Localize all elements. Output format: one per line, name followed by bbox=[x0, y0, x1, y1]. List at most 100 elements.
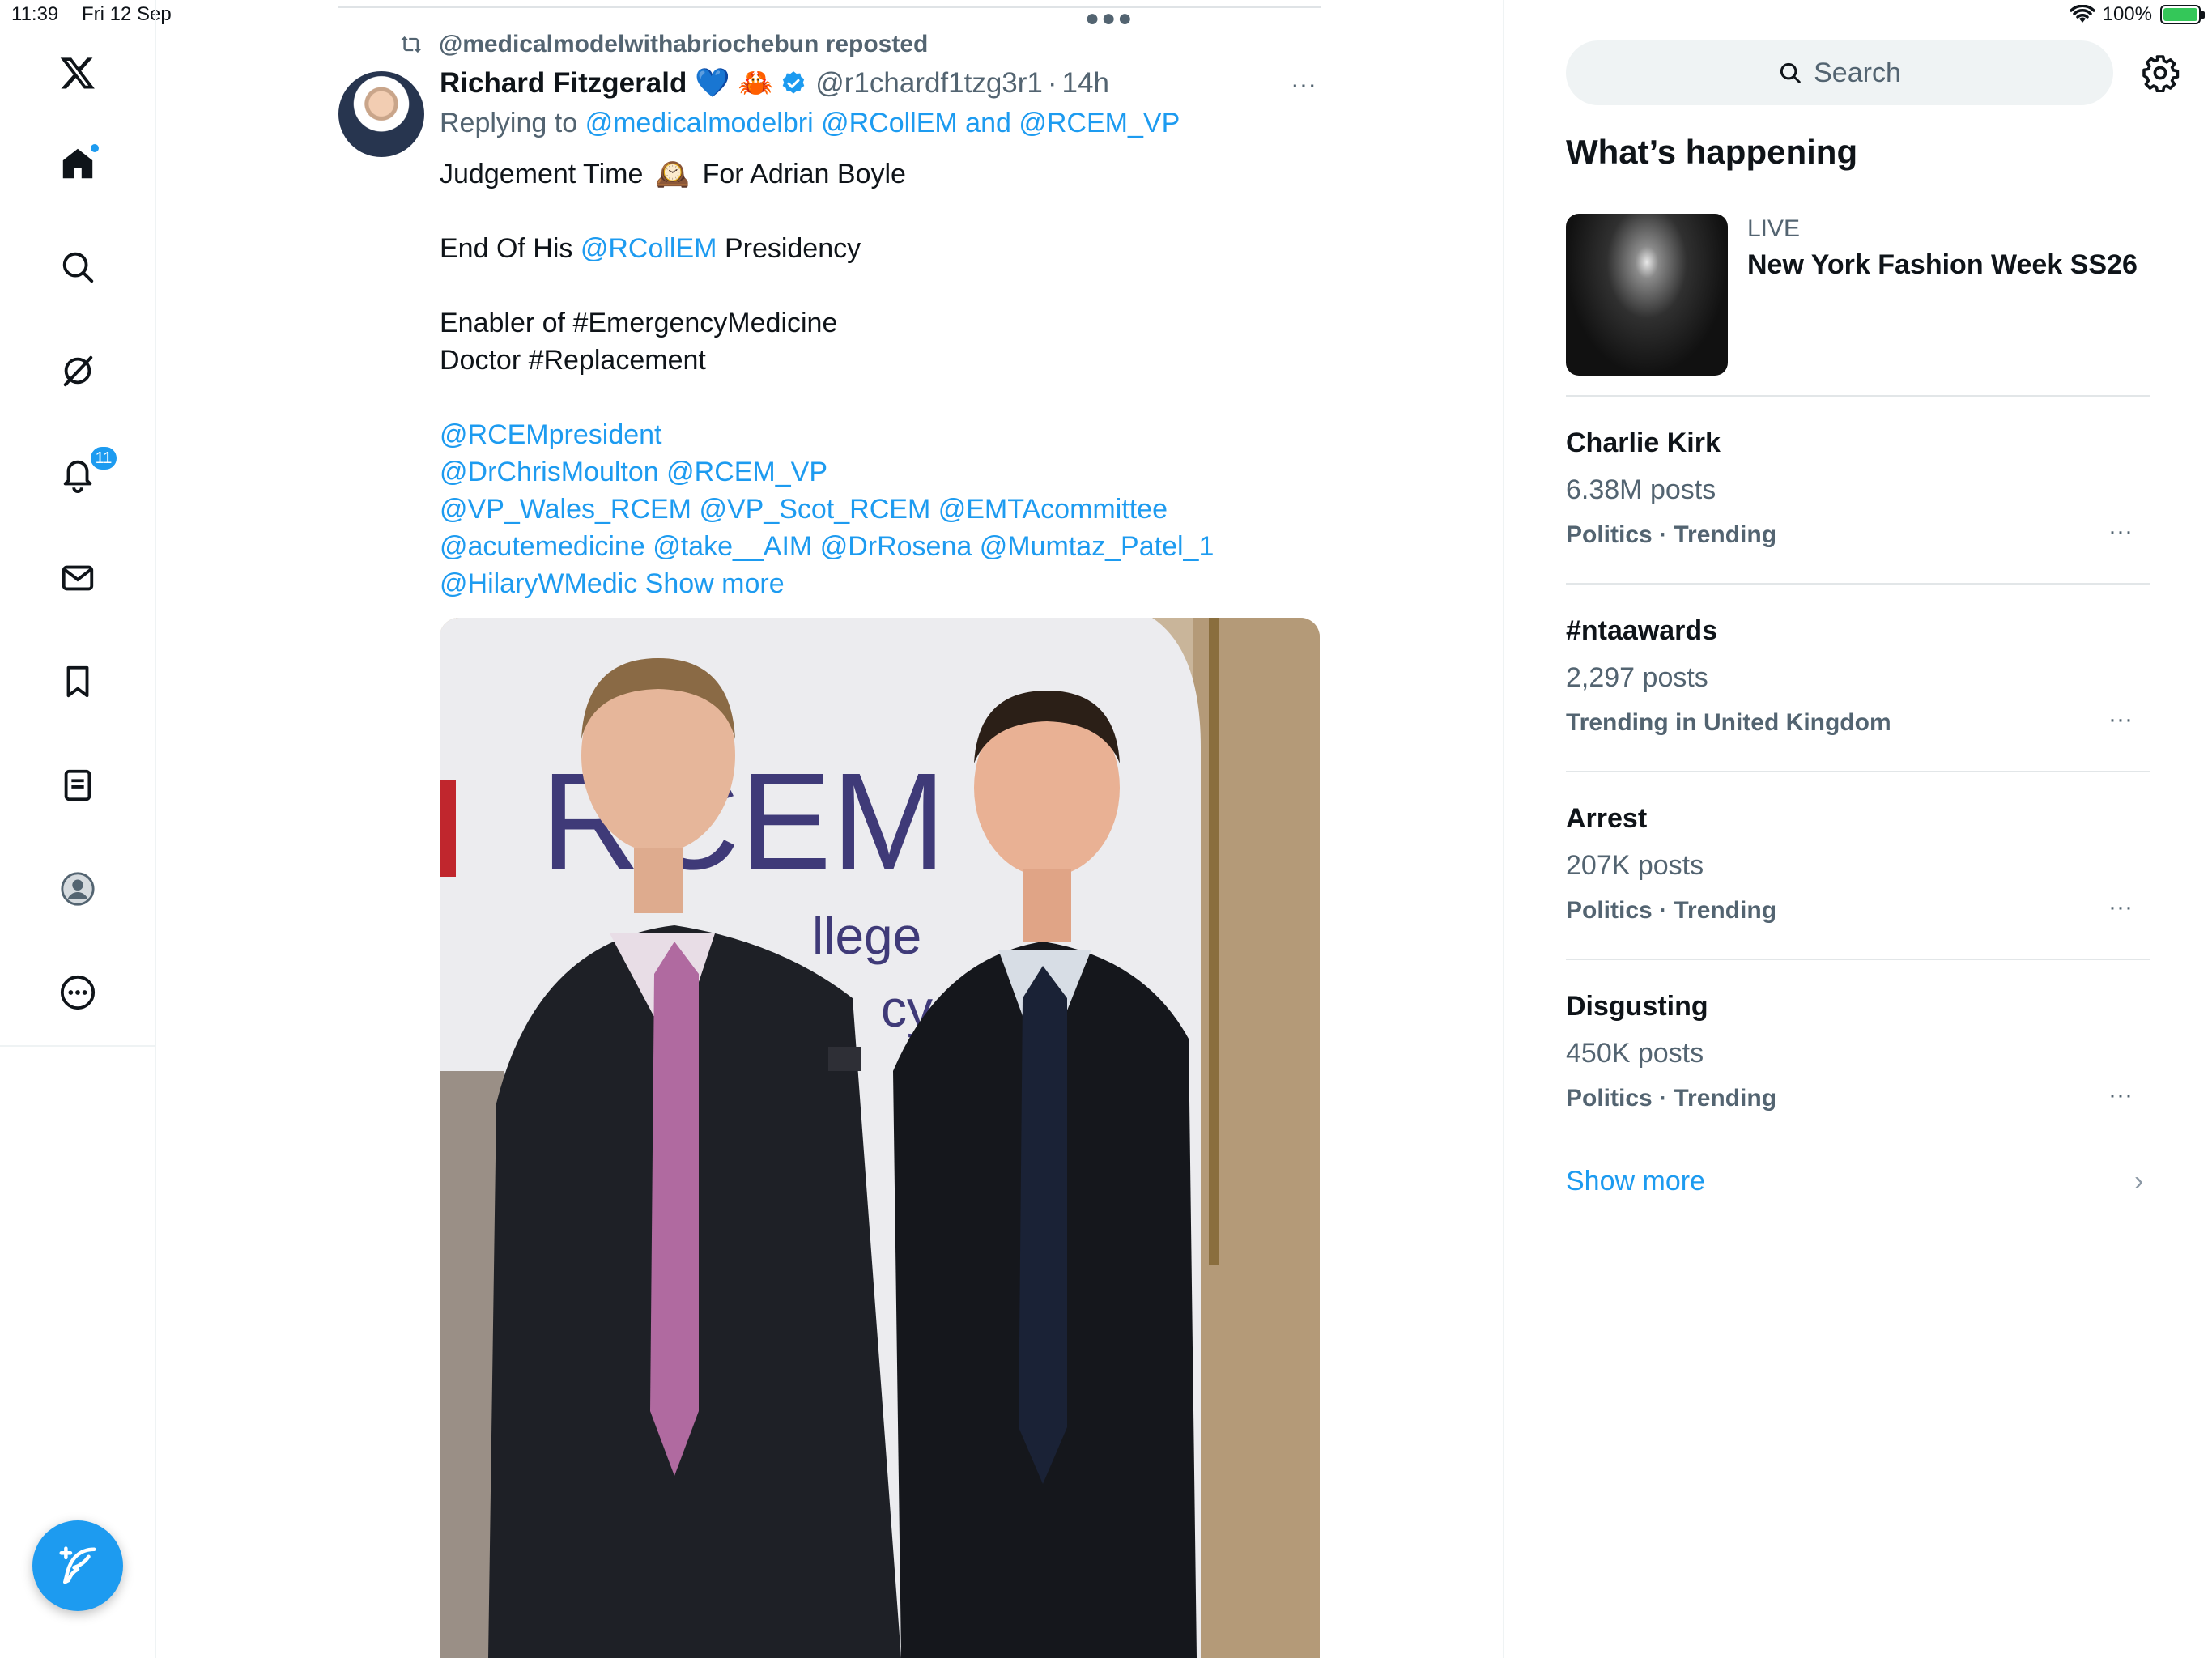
tweet-text-segment: Judgement Time bbox=[440, 159, 644, 189]
trend-context: Trending in United Kingdom bbox=[1566, 709, 1891, 736]
trend-more-button[interactable]: ··· bbox=[2108, 706, 2133, 733]
reply-user-link[interactable]: @medicalmodelbri bbox=[585, 108, 814, 138]
trend-more-button[interactable]: ··· bbox=[2108, 894, 2133, 921]
live-label: LIVE bbox=[1747, 215, 1801, 242]
search-icon bbox=[1780, 62, 1801, 83]
trend-post-count: 450K posts bbox=[1566, 1038, 1704, 1069]
trend-context: Politics · Trending bbox=[1566, 521, 1777, 548]
timeline-top-border bbox=[338, 6, 1321, 8]
wifi-icon bbox=[2069, 5, 2095, 23]
nav-home[interactable] bbox=[52, 138, 104, 189]
tweet-line: Enabler of #EmergencyMedicine bbox=[440, 308, 838, 338]
mention-line[interactable]: @acutemedicine @take__AIM @DrRosena @Mum… bbox=[440, 528, 1214, 565]
tweet-text-segment: For Adrian Boyle bbox=[702, 159, 906, 189]
mention-line[interactable]: @DrChrisMoulton @RCEM_VP bbox=[440, 453, 1214, 491]
right-column-divider bbox=[1503, 0, 1504, 1658]
compose-icon bbox=[59, 1546, 96, 1584]
verified-badge-icon bbox=[782, 70, 805, 94]
home-unread-dot bbox=[89, 142, 100, 154]
trend-divider bbox=[1566, 395, 2150, 397]
author-emojis: 💙 🦀 bbox=[695, 67, 774, 99]
more-icon bbox=[60, 975, 96, 1010]
trend-context: Politics · Trending bbox=[1566, 897, 1777, 924]
repost-context[interactable]: @medicalmodelwithabriochebun reposted bbox=[398, 31, 928, 58]
trend-name[interactable]: Charlie Kirk bbox=[1566, 427, 1721, 459]
tweet-line: End Of His @RCollEM Presidency bbox=[440, 230, 1214, 267]
tweet-line: Doctor #Replacement bbox=[440, 345, 706, 376]
nav-notifications[interactable]: 11 bbox=[52, 445, 118, 500]
live-event-thumbnail[interactable] bbox=[1566, 214, 1728, 376]
replying-prefix: Replying to bbox=[440, 108, 578, 138]
chevron-right-icon: › bbox=[2134, 1166, 2144, 1197]
trend-post-count: 2,297 posts bbox=[1566, 662, 1708, 693]
nav-explore[interactable] bbox=[52, 241, 104, 293]
nav-bookmarks[interactable] bbox=[52, 656, 104, 708]
mention-line[interactable]: @RCEMpresident bbox=[440, 416, 1214, 453]
messages-icon bbox=[62, 565, 94, 591]
trend-divider bbox=[1566, 771, 2150, 772]
left-navigation: 11 bbox=[0, 0, 156, 1658]
trend-post-count: 6.38M posts bbox=[1566, 474, 1716, 505]
multitask-handle[interactable]: ●●● bbox=[1085, 5, 1134, 32]
lists-icon bbox=[64, 769, 91, 801]
repost-label: @medicalmodelwithabriochebun reposted bbox=[439, 31, 929, 57]
trend-name[interactable]: Arrest bbox=[1566, 803, 1647, 835]
search-placeholder: Search bbox=[1814, 57, 1901, 88]
trend-context: Politics · Trending bbox=[1566, 1085, 1777, 1112]
tweet-text-segment: Presidency bbox=[724, 233, 861, 264]
trends-show-more-link[interactable]: Show more bbox=[1566, 1166, 1705, 1197]
tweet-time[interactable]: 14h bbox=[1062, 67, 1109, 100]
nav-messages[interactable] bbox=[52, 552, 104, 604]
live-event-title[interactable]: New York Fashion Week SS26 bbox=[1747, 249, 2138, 281]
grok-icon bbox=[63, 355, 93, 387]
reply-user-link[interactable]: @RCollEM bbox=[821, 108, 958, 138]
trend-name[interactable]: Disgusting bbox=[1566, 991, 1708, 1022]
mention-line: @HilaryWMedic Show more bbox=[440, 565, 1214, 602]
replying-to: Replying to @medicalmodelbri @RCollEM an… bbox=[440, 108, 1180, 139]
nav-divider bbox=[0, 1045, 156, 1047]
search-icon bbox=[62, 252, 94, 283]
repost-icon bbox=[401, 36, 422, 53]
nav-more[interactable] bbox=[52, 967, 104, 1018]
author-name[interactable]: Richard Fitzgerald bbox=[440, 67, 687, 100]
mention-link[interactable]: @HilaryWMedic bbox=[440, 568, 637, 599]
nav-lists[interactable] bbox=[52, 759, 104, 811]
trend-divider bbox=[1566, 959, 2150, 960]
tweet-text: Judgement Time 🕰️ For Adrian Boyle End O… bbox=[440, 155, 1214, 602]
search-input[interactable]: Search bbox=[1566, 40, 2113, 105]
photo-backdrop-text: llege bbox=[812, 907, 921, 965]
tweet-header: Richard Fitzgerald 💙 🦀 @r1chardf1tzg3r1 … bbox=[440, 66, 1109, 100]
profile-icon bbox=[61, 872, 95, 906]
tweet-line: Judgement Time 🕰️ For Adrian Boyle bbox=[440, 155, 1214, 193]
tweet-more-button[interactable]: ··· bbox=[1291, 70, 1317, 100]
whats-happening-title: What’s happening bbox=[1566, 133, 1858, 171]
bookmarks-icon bbox=[66, 665, 89, 698]
battery-icon bbox=[2160, 5, 2205, 24]
nav-grok[interactable] bbox=[52, 345, 104, 397]
battery-level bbox=[2163, 8, 2197, 21]
trend-more-button[interactable]: ··· bbox=[2108, 518, 2133, 546]
author-handle[interactable]: @r1chardf1tzg3r1 bbox=[815, 67, 1043, 100]
trend-more-button[interactable]: ··· bbox=[2108, 1082, 2133, 1109]
trend-post-count: 207K posts bbox=[1566, 850, 1704, 881]
x-logo-icon[interactable] bbox=[52, 47, 104, 99]
clock-emoji: 🕰️ bbox=[655, 159, 691, 189]
reply-user-link[interactable]: @RCEM_VP bbox=[1019, 108, 1180, 138]
compose-button[interactable] bbox=[32, 1520, 123, 1611]
reply-and: and bbox=[965, 108, 1011, 138]
mention-line[interactable]: @VP_Wales_RCEM @VP_Scot_RCEM @EMTAcommit… bbox=[440, 491, 1214, 528]
tweet-photo-image: RCEM llege cy bbox=[440, 618, 1320, 1658]
mention-link[interactable]: @RCollEM bbox=[581, 233, 717, 264]
header-separator: · bbox=[1047, 66, 1057, 99]
settings-gear-icon[interactable] bbox=[2141, 53, 2180, 92]
notifications-badge: 11 bbox=[89, 445, 118, 471]
show-more-link[interactable]: Show more bbox=[645, 568, 785, 599]
author-avatar[interactable] bbox=[338, 71, 424, 157]
tweet-photo[interactable]: RCEM llege cy bbox=[440, 618, 1320, 1658]
trend-divider bbox=[1566, 583, 2150, 585]
tweet-text-segment: End Of His bbox=[440, 233, 573, 264]
nav-profile[interactable] bbox=[52, 863, 104, 915]
trend-name[interactable]: #ntaawards bbox=[1566, 615, 1717, 647]
battery-percent: 100% bbox=[2102, 3, 2152, 25]
status-bar-right: 100% bbox=[2069, 3, 2205, 26]
